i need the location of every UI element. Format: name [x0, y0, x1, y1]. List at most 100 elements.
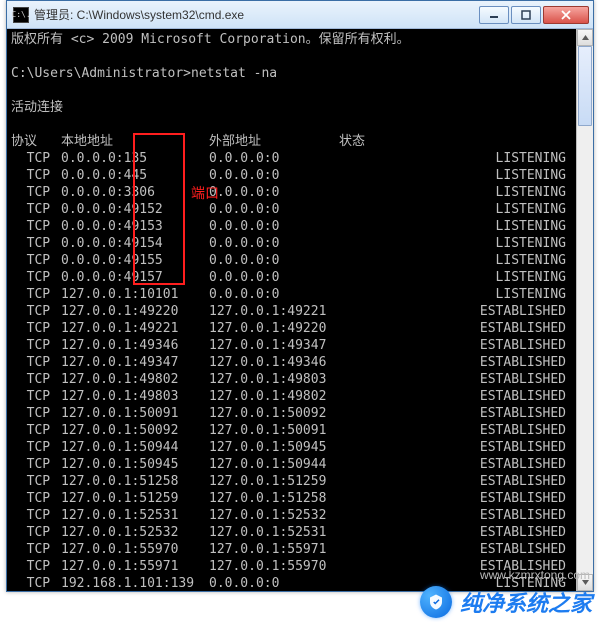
cell-foreign: 127.0.0.1:55970 [209, 558, 353, 575]
cell-local: 0.0.0.0:49155 [61, 252, 209, 269]
table-row: TCP127.0.0.1:49347 127.0.0.1:49346 ESTAB… [11, 354, 572, 371]
cell-proto: TCP [11, 235, 61, 252]
table-row: TCP127.0.0.1:50945 127.0.0.1:50944 ESTAB… [11, 456, 572, 473]
titlebar[interactable]: C:\. 管理员: C:\Windows\system32\cmd.exe [7, 1, 593, 29]
cell-local: 127.0.0.1:49220 [61, 303, 209, 320]
cmd-icon: C:\. [13, 7, 29, 23]
cell-local: 192.168.1.101:139 [61, 575, 209, 591]
cell-local: 127.0.0.1:49346 [61, 337, 209, 354]
cell-foreign: 127.0.0.1:49220 [209, 320, 353, 337]
prompt-line: C:\Users\Administrator>netstat -na [11, 65, 572, 82]
close-button[interactable] [543, 6, 589, 24]
cell-proto: TCP [11, 456, 61, 473]
cell-proto: TCP [11, 405, 61, 422]
table-row: TCP127.0.0.1:55970 127.0.0.1:55971 ESTAB… [11, 541, 572, 558]
scroll-thumb[interactable] [578, 46, 592, 126]
cell-proto: TCP [11, 354, 61, 371]
cell-local: 127.0.0.1:50092 [61, 422, 209, 439]
shield-icon [420, 586, 452, 618]
cell-proto: TCP [11, 201, 61, 218]
cell-foreign: 127.0.0.1:49346 [209, 354, 353, 371]
header-foreign: 外部地址 [209, 133, 309, 150]
cell-local: 127.0.0.1:52531 [61, 507, 209, 524]
table-row: TCP0.0.0.0:445 0.0.0.0:0 LISTENING [11, 167, 572, 184]
cell-local: 127.0.0.1:55970 [61, 541, 209, 558]
cell-foreign: 127.0.0.1:49802 [209, 388, 353, 405]
copyright-line: 版权所有 <c> 2009 Microsoft Corporation。保留所有… [11, 31, 572, 48]
maximize-button[interactable] [511, 6, 541, 24]
cell-proto: TCP [11, 371, 61, 388]
cell-state: ESTABLISHED [353, 473, 572, 490]
cell-state: LISTENING [353, 218, 572, 235]
cell-local: 127.0.0.1:49347 [61, 354, 209, 371]
table-row: TCP0.0.0.0:49155 0.0.0.0:0 LISTENING [11, 252, 572, 269]
cell-proto: TCP [11, 473, 61, 490]
cell-proto: TCP [11, 150, 61, 167]
cell-foreign: 0.0.0.0:0 [209, 286, 353, 303]
table-row: TCP0.0.0.0:49153 0.0.0.0:0 LISTENING [11, 218, 572, 235]
window-title: 管理员: C:\Windows\system32\cmd.exe [34, 6, 479, 23]
blank-line [11, 82, 572, 99]
cell-foreign: 127.0.0.1:50091 [209, 422, 353, 439]
cell-state: LISTENING [353, 286, 572, 303]
table-row: TCP127.0.0.1:50944 127.0.0.1:50945 ESTAB… [11, 439, 572, 456]
cell-foreign: 127.0.0.1:49803 [209, 371, 353, 388]
cell-state: ESTABLISHED [353, 354, 572, 371]
table-row: TCP0.0.0.0:49154 0.0.0.0:0 LISTENING [11, 235, 572, 252]
console-output[interactable]: 版权所有 <c> 2009 Microsoft Corporation。保留所有… [7, 29, 576, 591]
cell-proto: TCP [11, 252, 61, 269]
cell-foreign: 127.0.0.1:52531 [209, 524, 353, 541]
table-row: TCP127.0.0.1:49346 127.0.0.1:49347 ESTAB… [11, 337, 572, 354]
cell-proto: TCP [11, 320, 61, 337]
watermark-brand: 纯净系统之家 [420, 586, 592, 618]
cell-foreign: 0.0.0.0:0 [209, 201, 353, 218]
cell-local: 0.0.0.0:49153 [61, 218, 209, 235]
cell-proto: TCP [11, 286, 61, 303]
cell-proto: TCP [11, 507, 61, 524]
cell-state: ESTABLISHED [353, 371, 572, 388]
cell-foreign: 0.0.0.0:0 [209, 167, 353, 184]
cell-foreign: 127.0.0.1:50944 [209, 456, 353, 473]
cell-foreign: 0.0.0.0:0 [209, 235, 353, 252]
blank-line [11, 116, 572, 133]
cell-local: 0.0.0.0:49152 [61, 201, 209, 218]
cell-local: 127.0.0.1:51259 [61, 490, 209, 507]
table-body: TCP0.0.0.0:135 0.0.0.0:0 LISTENING TCP0.… [11, 150, 572, 591]
cell-proto: TCP [11, 524, 61, 541]
cell-state: ESTABLISHED [353, 439, 572, 456]
table-row: TCP127.0.0.1:10101 0.0.0.0:0 LISTENING [11, 286, 572, 303]
vertical-scrollbar[interactable] [576, 29, 593, 591]
cell-local: 127.0.0.1:55971 [61, 558, 209, 575]
cell-proto: TCP [11, 269, 61, 286]
cell-state: LISTENING [353, 235, 572, 252]
table-row: TCP127.0.0.1:49802 127.0.0.1:49803 ESTAB… [11, 371, 572, 388]
cell-foreign: 127.0.0.1:51258 [209, 490, 353, 507]
table-row: TCP127.0.0.1:51258 127.0.0.1:51259 ESTAB… [11, 473, 572, 490]
cell-foreign: 0.0.0.0:0 [209, 218, 353, 235]
minimize-button[interactable] [479, 6, 509, 24]
cell-proto: TCP [11, 184, 61, 201]
cell-local: 0.0.0.0:3306 [61, 184, 209, 201]
table-row: TCP0.0.0.0:135 0.0.0.0:0 LISTENING [11, 150, 572, 167]
table-header: 协议 本地地址 外部地址 状态 [11, 133, 572, 150]
cell-proto: TCP [11, 558, 61, 575]
cell-proto: TCP [11, 541, 61, 558]
cell-local: 127.0.0.1:49221 [61, 320, 209, 337]
blank-line [11, 48, 572, 65]
scroll-up-button[interactable] [577, 29, 593, 46]
cell-state: ESTABLISHED [353, 303, 572, 320]
header-state: 状态 [309, 133, 365, 150]
table-row: TCP127.0.0.1:51259 127.0.0.1:51258 ESTAB… [11, 490, 572, 507]
table-row: TCP127.0.0.1:49220 127.0.0.1:49221 ESTAB… [11, 303, 572, 320]
cell-local: 0.0.0.0:445 [61, 167, 209, 184]
cell-foreign: 0.0.0.0:0 [209, 150, 353, 167]
cell-foreign: 0.0.0.0:0 [209, 252, 353, 269]
watermark-brand-text: 纯净系统之家 [460, 586, 592, 618]
cell-local: 127.0.0.1:50944 [61, 439, 209, 456]
cell-proto: TCP [11, 337, 61, 354]
header-proto: 协议 [11, 133, 61, 150]
cell-proto: TCP [11, 303, 61, 320]
cell-foreign: 127.0.0.1:50945 [209, 439, 353, 456]
scroll-track[interactable] [577, 46, 593, 574]
cell-foreign: 127.0.0.1:51259 [209, 473, 353, 490]
